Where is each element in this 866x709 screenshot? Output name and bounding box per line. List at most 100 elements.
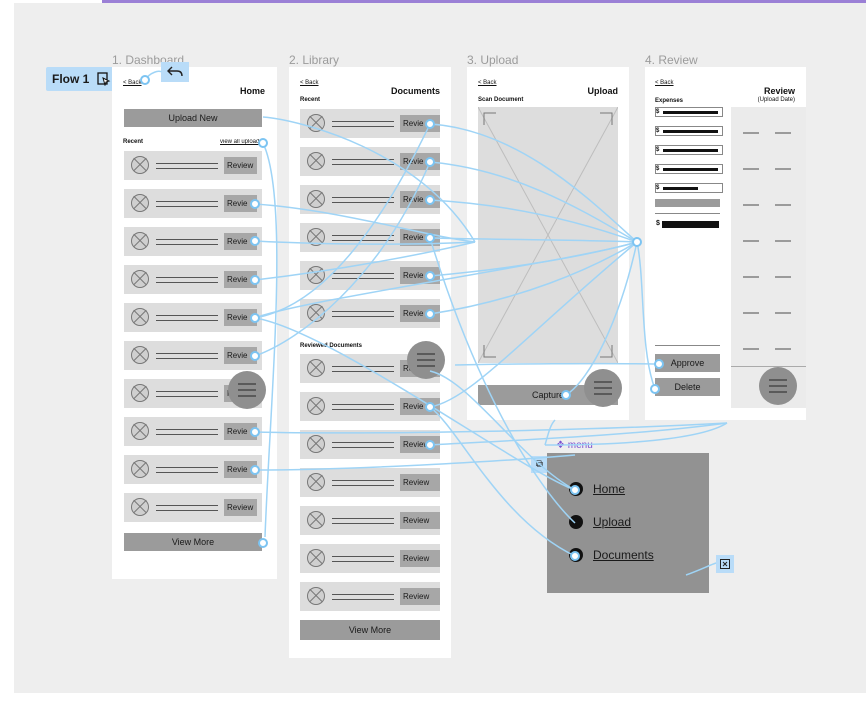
thumbnail-placeholder-icon	[307, 359, 325, 377]
list-item: Review	[300, 582, 440, 611]
review-button[interactable]: Revie	[400, 229, 440, 246]
review-button[interactable]: Review	[224, 157, 257, 174]
review-button[interactable]: Revie	[400, 305, 440, 322]
placeholder-line	[332, 480, 394, 481]
review-button[interactable]: Revie	[224, 233, 257, 250]
delete-button[interactable]: Delete	[655, 378, 720, 396]
overlay-link-icon[interactable]: ⧉	[531, 456, 548, 473]
bullet-icon	[569, 515, 583, 529]
list-item: Review	[124, 493, 262, 522]
thumbnail-placeholder-icon	[131, 194, 149, 212]
back-link[interactable]: < Back	[478, 80, 497, 86]
recent-label: Recent	[300, 97, 321, 103]
review-button[interactable]: Review	[224, 499, 257, 516]
currency-symbol: $	[656, 128, 660, 134]
list-item: Revie	[124, 227, 262, 256]
review-button[interactable]: Revie	[400, 153, 440, 170]
placeholder-line	[332, 240, 394, 241]
view-all-uploads-link[interactable]: view all uploads	[220, 139, 262, 145]
back-arrow-icon[interactable]	[161, 62, 189, 82]
menu-item-documents[interactable]: Documents	[569, 548, 654, 562]
placeholder-line	[332, 366, 394, 367]
menu-fab[interactable]	[228, 371, 266, 409]
currency-symbol: $	[656, 109, 660, 115]
list-item: Review	[300, 544, 440, 573]
list-item: Revie	[124, 417, 262, 446]
bullet-icon	[569, 548, 583, 562]
expense-field[interactable]	[655, 107, 723, 117]
scan-viewfinder[interactable]	[477, 106, 619, 364]
placeholder-line	[332, 126, 394, 127]
flow-start-icon	[97, 72, 111, 86]
dashboard-frame: < Back Home Upload New Recent view all u…	[112, 67, 277, 579]
menu-item-label: Home	[593, 482, 626, 496]
expense-field[interactable]	[655, 126, 723, 136]
menu-item-home[interactable]: Home	[569, 482, 625, 496]
add-expense-button[interactable]	[655, 199, 720, 207]
flow-start-chip[interactable]: Flow 1	[46, 67, 118, 91]
review-button[interactable]: Revie	[224, 423, 257, 440]
thumbnail-placeholder-icon	[307, 304, 325, 322]
thumbnail-placeholder-icon	[131, 460, 149, 478]
total-currency-symbol: $	[656, 220, 660, 227]
placeholder-line	[156, 282, 218, 283]
currency-symbol: $	[656, 166, 660, 172]
review-button[interactable]: Revie	[224, 461, 257, 478]
review-button[interactable]: Revie	[224, 271, 257, 288]
review-button[interactable]: Revie	[400, 115, 440, 132]
thumbnail-placeholder-icon	[131, 384, 149, 402]
thumbnail-placeholder-icon	[131, 422, 149, 440]
placeholder-line	[156, 168, 218, 169]
list-item: Revie	[124, 341, 262, 370]
placeholder-line	[156, 277, 218, 278]
menu-item-label: Upload	[593, 515, 632, 529]
upload-new-button[interactable]: Upload New	[124, 109, 262, 127]
expense-field[interactable]	[655, 145, 723, 155]
thumbnail-placeholder-icon	[307, 397, 325, 415]
placeholder-line	[332, 159, 394, 160]
placeholder-line	[332, 235, 394, 236]
placeholder-line	[332, 518, 394, 519]
expense-field[interactable]	[655, 183, 723, 193]
menu-fab[interactable]	[584, 369, 622, 407]
review-button[interactable]: Revie	[224, 195, 257, 212]
placeholder-line	[156, 391, 218, 392]
list-item: Revie	[300, 299, 440, 328]
thumbnail-placeholder-icon	[307, 114, 325, 132]
thumbnail-placeholder-icon	[307, 587, 325, 605]
close-icon[interactable]	[716, 555, 734, 573]
placeholder-line	[156, 315, 218, 316]
approve-button[interactable]: Approve	[655, 354, 720, 372]
thumbnail-placeholder-icon	[131, 346, 149, 364]
review-button[interactable]: Review	[400, 512, 440, 529]
menu-item-upload[interactable]: Upload	[569, 515, 631, 529]
review-button[interactable]: Review	[400, 436, 440, 453]
menu-fab[interactable]	[407, 341, 445, 379]
placeholder-line	[332, 599, 394, 600]
view-more-button[interactable]: View More	[300, 620, 440, 640]
menu-fab[interactable]	[759, 367, 797, 405]
review-button[interactable]: Revie	[400, 267, 440, 284]
review-button[interactable]: Revie	[400, 398, 440, 415]
placeholder-line	[332, 556, 394, 557]
back-link[interactable]: < Back	[123, 80, 142, 86]
list-item: Revie	[300, 109, 440, 138]
review-button[interactable]: Revie	[224, 309, 257, 326]
placeholder-line	[156, 429, 218, 430]
thumbnail-placeholder-icon	[307, 228, 325, 246]
review-button[interactable]: Review	[400, 588, 440, 605]
view-more-button[interactable]: View More	[124, 533, 262, 551]
review-button[interactable]: Revie	[400, 191, 440, 208]
expense-field[interactable]	[655, 164, 723, 174]
reviewed-documents-label: Reviewed Documents	[300, 343, 363, 349]
review-button[interactable]: Review	[400, 474, 440, 491]
placeholder-line	[156, 358, 218, 359]
back-link[interactable]: < Back	[655, 80, 674, 86]
review-button[interactable]: Review	[400, 550, 440, 567]
back-link[interactable]: < Back	[300, 80, 319, 86]
placeholder-line	[332, 404, 394, 405]
placeholder-line	[156, 505, 218, 506]
list-item: Review	[300, 468, 440, 497]
thumbnail-placeholder-icon	[131, 498, 149, 516]
review-button[interactable]: Revie	[224, 347, 257, 364]
